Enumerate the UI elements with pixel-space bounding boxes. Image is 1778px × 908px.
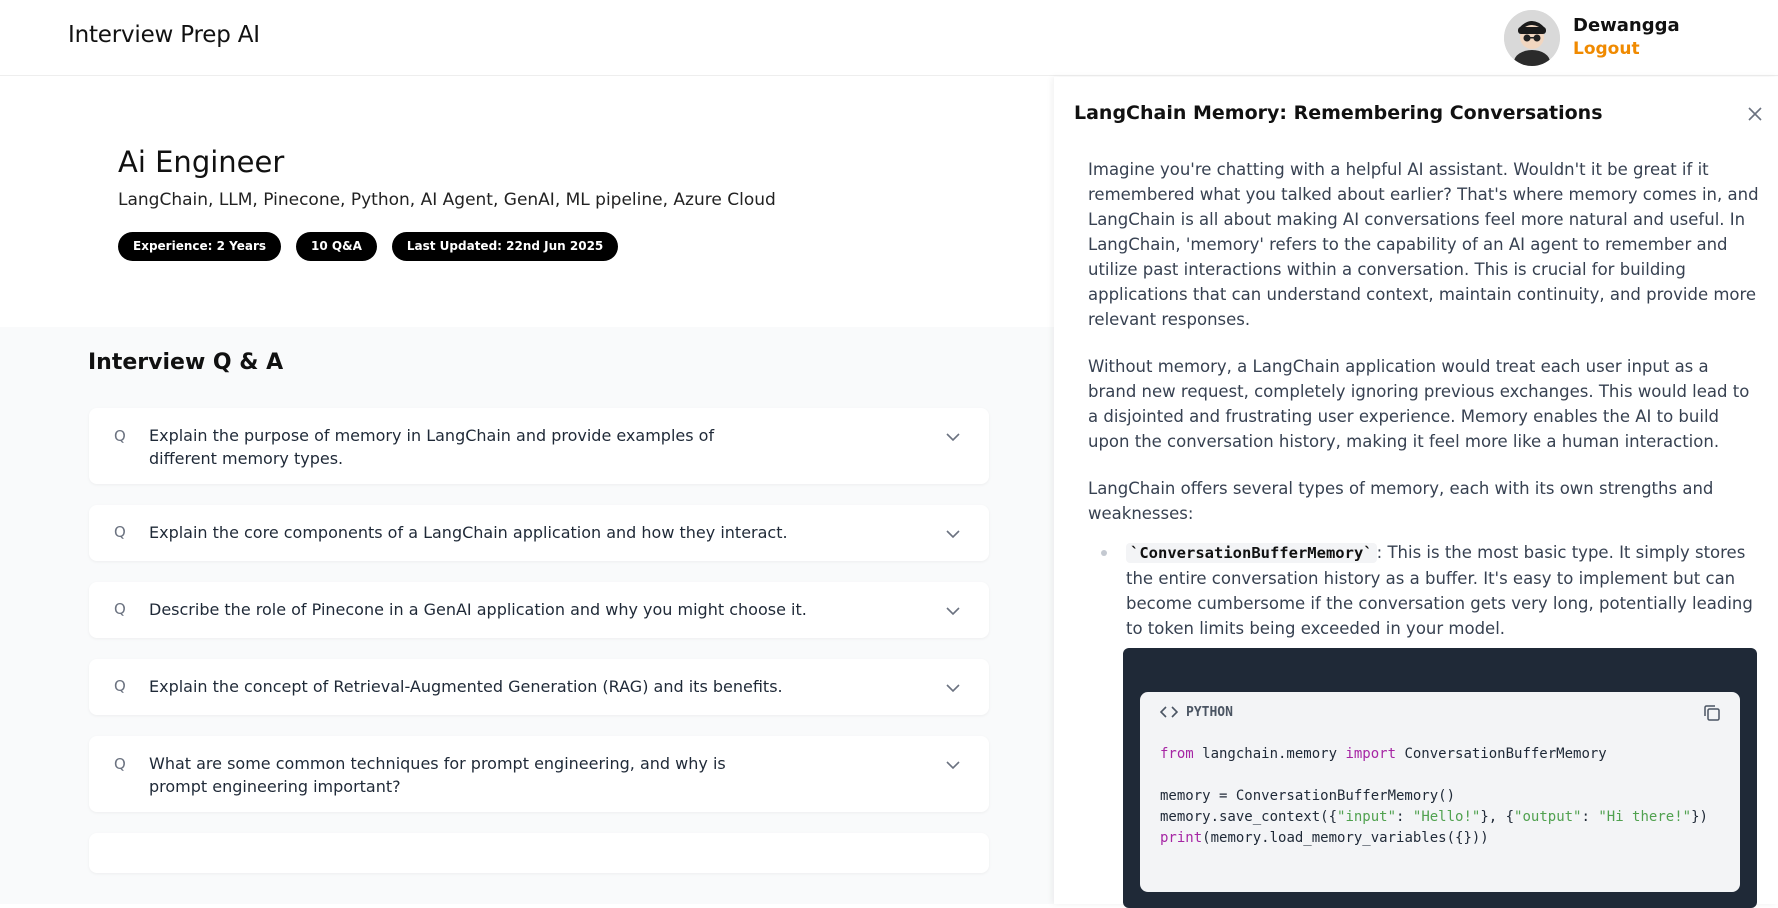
question-marker: Q (114, 523, 126, 541)
drawer-title: LangChain Memory: Remembering Conversati… (1074, 102, 1603, 124)
tag-list: Experience: 2 Years 10 Q&A Last Updated:… (118, 232, 619, 261)
code-text: ConversationBufferMemory (1396, 746, 1607, 762)
bullet-dot (1101, 550, 1107, 556)
answer-drawer: LangChain Memory: Remembering Conversati… (1054, 77, 1778, 908)
list-item: `ConversationBufferMemory`: This is the … (1088, 540, 1760, 641)
chevron-down-icon[interactable] (945, 680, 961, 696)
code-text: langchain.memory (1193, 746, 1346, 762)
answer-body: Imagine you're chatting with a helpful A… (1088, 157, 1760, 641)
top-header: Interview Prep AI Dewangga Logout (0, 0, 1778, 76)
code-string: "output" (1514, 809, 1582, 825)
avatar-image (1504, 10, 1560, 66)
code-text: memory = ConversationBufferMemory() (1160, 788, 1456, 804)
code-function: print (1160, 830, 1203, 846)
question-marker: Q (114, 427, 126, 445)
question-text: What are some common techniques for prom… (149, 754, 726, 796)
qa-card[interactable]: Q Explain the concept of Retrieval-Augme… (89, 659, 989, 715)
code-keyword: import (1345, 746, 1397, 762)
code-header: PYTHON (1140, 692, 1740, 732)
chevron-down-icon[interactable] (945, 526, 961, 542)
code-text: (memory.load_memory_variables({})) (1202, 830, 1489, 846)
code-keyword: from (1160, 746, 1194, 762)
code-icon (1160, 706, 1178, 718)
code-block-container: PYTHON from langchain.memory import Conv… (1123, 648, 1757, 908)
chevron-down-icon[interactable] (945, 603, 961, 619)
chevron-down-icon[interactable] (945, 757, 961, 773)
code-text: }, { (1480, 809, 1515, 825)
code-language: PYTHON (1186, 704, 1233, 720)
code-text: : (1396, 809, 1413, 825)
qa-card[interactable]: Q What are some common techniques for pr… (89, 736, 989, 812)
code-string: "Hi there!" (1598, 809, 1692, 825)
copy-icon[interactable] (1702, 703, 1722, 723)
qa-count-badge: 10 Q&A (296, 232, 377, 261)
code-string: "Hello!" (1412, 809, 1481, 825)
question-text: Explain the purpose of memory in LangCha… (149, 426, 715, 468)
main-content: Ai Engineer LangChain, LLM, Pinecone, Py… (0, 77, 1054, 904)
qa-card[interactable]: Q Describe the role of Pinecone in a Gen… (89, 582, 989, 638)
question-text: Explain the core components of a LangCha… (149, 523, 788, 542)
logout-button[interactable]: Logout (1573, 37, 1680, 61)
code-block: PYTHON from langchain.memory import Conv… (1140, 692, 1740, 892)
role-title: Ai Engineer (118, 145, 285, 179)
code-text: memory.save_context({ (1160, 809, 1338, 825)
session-summary: Ai Engineer LangChain, LLM, Pinecone, Py… (0, 77, 1054, 327)
chevron-down-icon[interactable] (945, 429, 961, 445)
qa-card[interactable] (89, 833, 989, 873)
app-title[interactable]: Interview Prep AI (68, 22, 260, 48)
answer-paragraph: LangChain offers several types of memory… (1088, 479, 1714, 523)
code-string: "input" (1337, 809, 1397, 825)
question-text: Explain the concept of Retrieval-Augment… (149, 677, 783, 696)
user-profile: Dewangga Logout (1504, 10, 1680, 66)
user-name: Dewangga (1573, 15, 1680, 36)
qa-card[interactable]: Q Explain the purpose of memory in LangC… (89, 408, 989, 484)
question-marker: Q (114, 600, 126, 618)
qa-heading: Interview Q & A (88, 350, 284, 375)
inline-code: `ConversationBufferMemory` (1126, 543, 1377, 563)
avatar (1504, 10, 1560, 66)
question-marker: Q (114, 755, 126, 773)
code-text: : (1581, 809, 1599, 825)
question-text: Describe the role of Pinecone in a GenAI… (149, 600, 807, 619)
role-topics: LangChain, LLM, Pinecone, Python, AI Age… (118, 190, 776, 210)
code-content: from langchain.memory import Conversatio… (1140, 732, 1740, 861)
last-updated-badge: Last Updated: 22nd Jun 2025 (391, 232, 619, 261)
question-marker: Q (114, 677, 126, 695)
experience-badge: Experience: 2 Years (118, 232, 282, 261)
answer-paragraph: Without memory, a LangChain application … (1088, 357, 1750, 451)
qa-list: Q Explain the purpose of memory in LangC… (89, 408, 989, 894)
qa-section: Interview Q & A Q Explain the purpose of… (0, 327, 1054, 904)
code-text: }) (1691, 809, 1708, 825)
qa-card[interactable]: Q Explain the core components of a LangC… (89, 505, 989, 561)
answer-paragraph: Imagine you're chatting with a helpful A… (1088, 160, 1759, 329)
close-icon[interactable] (1746, 105, 1764, 123)
